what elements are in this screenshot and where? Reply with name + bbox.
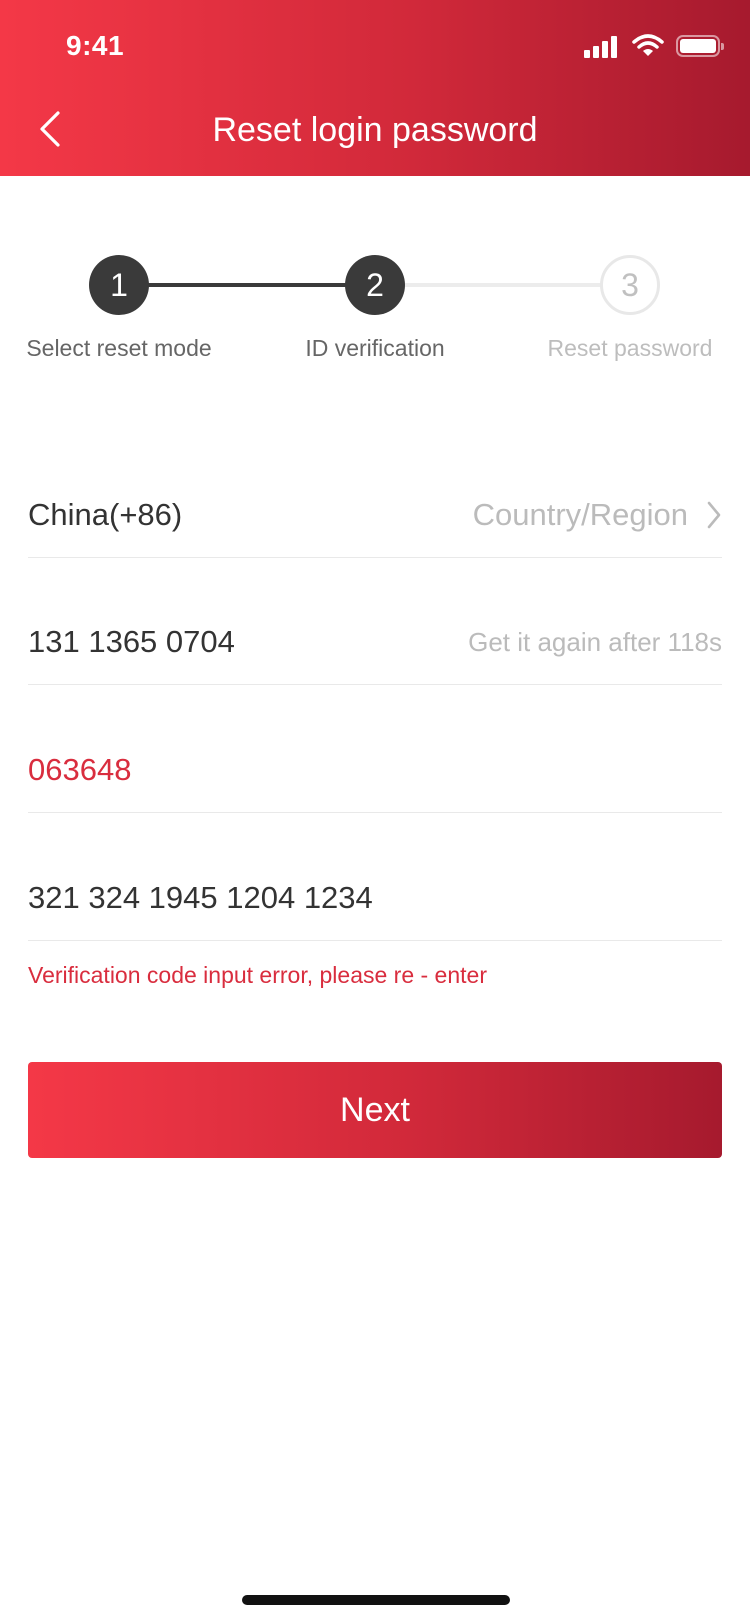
progress-stepper: 1 Select reset mode 2 ID verification 3 … (0, 255, 750, 375)
next-button[interactable]: Next (28, 1062, 722, 1158)
cellular-signal-icon (584, 34, 620, 58)
phone-number-value[interactable]: 131 1365 0704 (28, 624, 235, 660)
step-id-verification: 2 ID verification (245, 255, 505, 362)
countdown-label: Get it again after 118s (468, 627, 722, 657)
step-label: Reset password (547, 335, 713, 361)
country-region-selector[interactable]: China(+86) Country/Region (28, 430, 722, 558)
verification-code-value[interactable]: 063648 (28, 752, 131, 788)
step-number: 1 (89, 255, 149, 315)
wifi-icon (632, 34, 664, 58)
phone-number-field[interactable]: 131 1365 0704 Get it again after 118s (28, 557, 722, 685)
page-title: Reset login password (212, 111, 538, 149)
country-value: China(+86) (28, 497, 183, 532)
step-number: 2 (345, 255, 405, 315)
step-number: 3 (600, 255, 660, 315)
chevron-right-icon (707, 501, 721, 529)
status-icons (584, 32, 724, 60)
status-time: 9:41 (66, 30, 125, 61)
verification-code-field[interactable]: 063648 (28, 685, 722, 813)
id-number-value[interactable]: 321 324 1945 1204 1234 (28, 880, 373, 916)
step-reset-password: 3 Reset password (500, 255, 750, 362)
step-label: ID verification (305, 335, 445, 361)
battery-icon (676, 35, 724, 57)
app-header: 9:41 Reset login password (0, 0, 750, 176)
step-label: Select reset mode (26, 335, 212, 361)
home-indicator (242, 1595, 510, 1605)
error-message: Verification code input error, please re… (28, 962, 487, 988)
resend-code-countdown[interactable]: Get it again after 118s (468, 627, 722, 660)
id-number-field[interactable]: 321 324 1945 1204 1234 (28, 813, 722, 941)
country-region-link[interactable]: Country/Region (473, 497, 722, 533)
country-region-label: Country/Region (472, 497, 688, 532)
step-select-reset-mode: 1 Select reset mode (0, 255, 249, 362)
